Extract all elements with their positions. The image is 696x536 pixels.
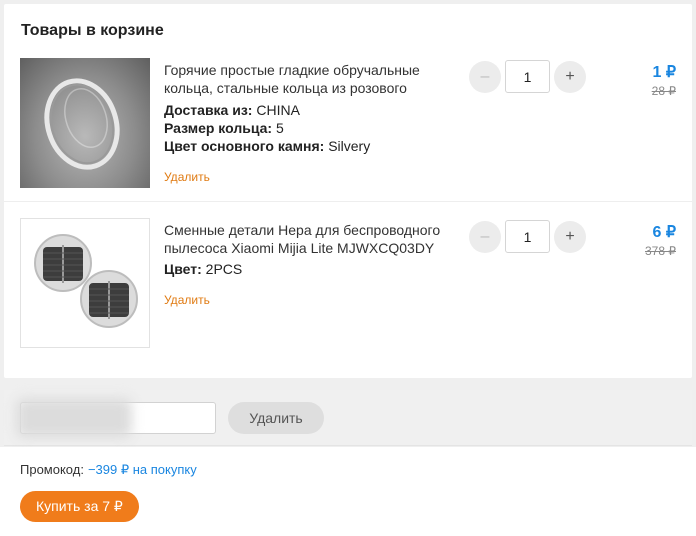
ring-icon <box>44 78 120 170</box>
increase-quantity-button[interactable]: + <box>554 61 586 93</box>
product-attr: Цвет основного камня: Silvery <box>164 138 371 154</box>
redacted-promo-code <box>16 398 132 438</box>
product-name[interactable]: Горячие простые гладкие обручальные коль… <box>164 61 464 97</box>
product-attr: Размер кольца: 5 <box>164 120 284 136</box>
ring-image[interactable] <box>20 58 150 188</box>
quantity-input[interactable] <box>505 220 550 253</box>
current-price: 1 ₽ <box>652 64 676 81</box>
current-price: 6 ₽ <box>652 224 676 241</box>
hepa-filter-icon <box>34 234 138 328</box>
filter-info: Сменные детали Hepa для беспроводного пы… <box>164 221 464 309</box>
quantity-stepper: – + <box>468 60 588 93</box>
promo-code-section: Удалить <box>4 390 692 446</box>
cart-item-ring: Горячие простые гладкие обручальные коль… <box>4 50 692 202</box>
remove-promo-button[interactable]: Удалить <box>228 402 324 434</box>
quantity-input[interactable] <box>505 60 550 93</box>
old-price: 378 ₽ <box>645 244 676 258</box>
price-block: 1 ₽ 28 ₽ <box>652 62 676 98</box>
cart-card: Товары в корзине Горячие простые гладкие… <box>4 4 692 378</box>
decrease-quantity-button[interactable]: – <box>469 61 501 93</box>
cart-item-filter: Сменные детали Hepa для беспроводного пы… <box>4 202 692 378</box>
old-price: 28 ₽ <box>651 84 676 98</box>
quantity-stepper: – + <box>468 220 588 253</box>
decrease-quantity-button[interactable]: – <box>469 221 501 253</box>
promo-label: Промокод: <box>20 462 84 477</box>
price-block: 6 ₽ 378 ₽ <box>645 222 676 258</box>
cart-title: Товары в корзине <box>21 22 164 39</box>
order-summary: Промокод: −399 ₽ на покупку Купить за 7 ₽ <box>0 447 696 536</box>
product-attr: Доставка из: CHINA <box>164 102 300 118</box>
remove-item-link[interactable]: Удалить <box>164 168 210 186</box>
remove-item-link[interactable]: Удалить <box>164 291 210 309</box>
ring-info: Горячие простые гладкие обручальные коль… <box>164 61 464 186</box>
promo-discount: −399 ₽ на покупку <box>87 462 197 477</box>
promo-summary: Промокод: −399 ₽ на покупку <box>20 462 197 478</box>
filter-image[interactable] <box>20 218 150 348</box>
buy-button[interactable]: Купить за 7 ₽ <box>20 491 139 522</box>
product-name[interactable]: Сменные детали Hepa для беспроводного пы… <box>164 221 464 257</box>
product-attr: Цвет: 2PCS <box>164 261 243 277</box>
increase-quantity-button[interactable]: + <box>554 221 586 253</box>
